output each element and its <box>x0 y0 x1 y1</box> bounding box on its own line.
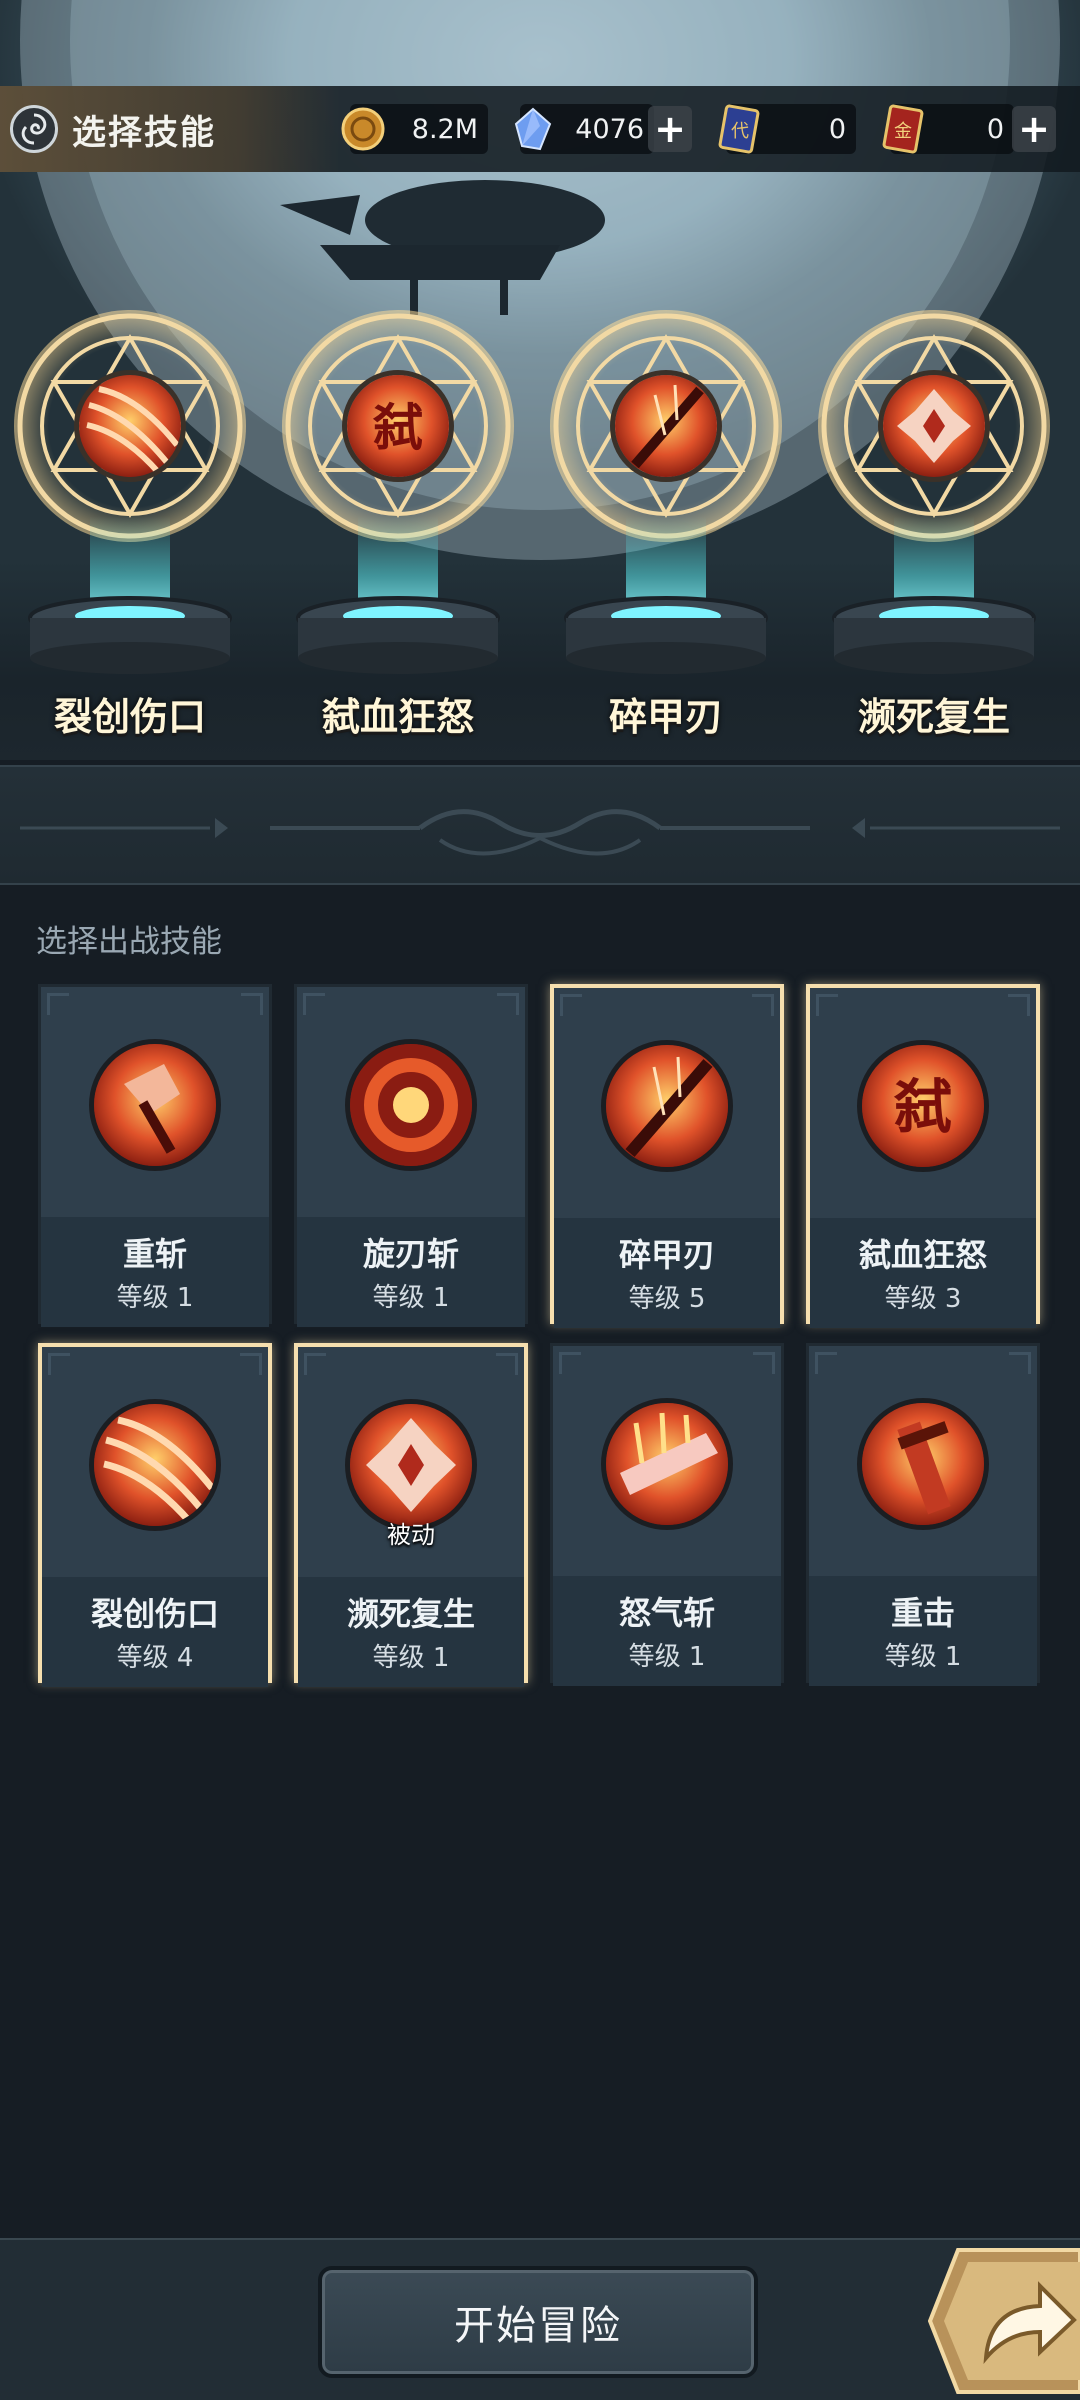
skill-card[interactable]: 怒气斩 等级 1 <box>550 1343 784 1686</box>
skill-card[interactable]: 重斩 等级 1 <box>38 984 272 1327</box>
skill-name: 裂创伤口 <box>90 1595 219 1633</box>
armor-break-blade-icon <box>610 370 722 482</box>
add-crystal-button[interactable]: + <box>648 106 692 152</box>
equipped-slot-1[interactable]: 裂创伤口 <box>10 306 250 739</box>
crystal-value: 4076 <box>575 113 644 145</box>
equipped-slot-4[interactable]: 濒死复生 <box>814 306 1054 739</box>
skill-name: 重击 <box>890 1594 955 1632</box>
coin-value: 8.2M <box>411 113 478 145</box>
swirl-icon <box>10 105 58 153</box>
equipped-slot-3[interactable]: 碎甲刃 <box>546 306 786 739</box>
resource-bar: 选择技能 8.2M 4076 + 代 0 金 0 + <box>0 86 1080 172</box>
equipped-skill-name: 濒死复生 <box>857 695 1010 739</box>
armor-break-blade-icon <box>601 1040 733 1172</box>
gold-card-icon: 金 <box>876 102 930 156</box>
screen-title: 选择技能 <box>0 86 340 172</box>
equipped-skill-name: 碎甲刃 <box>608 695 723 739</box>
revive-icon <box>878 370 990 482</box>
skill-card[interactable]: 旋刃斩 等级 1 <box>294 984 528 1327</box>
svg-text:弑: 弑 <box>372 399 423 457</box>
pedestal-icon <box>28 596 232 674</box>
skill-level: 等级 4 <box>116 1643 194 1673</box>
axe-chop-icon <box>89 1039 221 1171</box>
skill-level: 等级 1 <box>372 1283 450 1313</box>
revive-icon <box>345 1399 477 1531</box>
skill-card-selected[interactable]: 弑 弑血狂怒 等级 3 <box>806 984 1040 1328</box>
page-title: 选择技能 <box>72 112 216 153</box>
heavy-strike-icon <box>857 1398 989 1530</box>
coin-counter: 8.2M <box>341 104 488 154</box>
skill-card-selected[interactable]: 被动 濒死复生 等级 1 <box>294 1343 528 1687</box>
blood-rage-icon: 弑 <box>342 370 454 482</box>
skill-card[interactable]: 重击 等级 1 <box>806 1343 1040 1686</box>
skill-name: 旋刃斩 <box>362 1235 459 1273</box>
equipped-slot-2[interactable]: 弑 弑血狂怒 <box>278 306 518 739</box>
section-title: 选择出战技能 <box>36 924 222 960</box>
start-adventure-button[interactable]: 开始冒险 <box>318 2266 758 2378</box>
gold-card-value: 0 <box>986 113 1004 145</box>
claw-slash-icon <box>89 1399 221 1531</box>
skill-name: 重斩 <box>122 1235 187 1273</box>
skill-level: 等级 1 <box>884 1642 962 1672</box>
ticket-counter: 代 0 <box>718 104 856 154</box>
pedestal-icon <box>564 596 768 674</box>
rage-slash-icon <box>601 1398 733 1530</box>
svg-text:金: 金 <box>894 121 912 142</box>
skill-level: 等级 1 <box>628 1642 706 1672</box>
ornament-flourish-icon <box>20 809 1060 856</box>
coin-icon <box>336 102 390 156</box>
skill-level: 等级 3 <box>884 1284 962 1314</box>
spin-blade-icon <box>345 1039 477 1171</box>
add-gold-card-button[interactable]: + <box>1012 106 1056 152</box>
skill-card-selected[interactable]: 裂创伤口 等级 4 <box>38 1343 272 1687</box>
equipped-skill-name: 裂创伤口 <box>53 695 206 739</box>
claw-slash-icon <box>74 370 186 482</box>
equipped-skill-name: 弑血狂怒 <box>321 695 474 739</box>
pedestal-icon <box>832 596 1036 674</box>
blood-rage-icon: 弑 <box>857 1040 989 1172</box>
ticket-card-icon: 代 <box>712 102 766 156</box>
gold-card-counter: 金 0 <box>882 104 1014 154</box>
pedestal-icon <box>296 596 500 674</box>
share-arrow-icon[interactable] <box>928 2246 1080 2396</box>
crystal-counter: 4076 <box>514 104 654 154</box>
skill-level: 等级 1 <box>372 1643 450 1673</box>
skill-name: 弑血狂怒 <box>858 1236 987 1274</box>
skill-name: 怒气斩 <box>618 1594 715 1632</box>
skill-level: 等级 5 <box>628 1284 706 1314</box>
skill-name: 濒死复生 <box>346 1595 475 1633</box>
skill-card-selected[interactable]: 碎甲刃 等级 5 <box>550 984 784 1328</box>
skill-name: 碎甲刃 <box>618 1236 715 1274</box>
ticket-value: 0 <box>828 113 846 145</box>
skill-level: 等级 1 <box>116 1283 194 1313</box>
svg-text:弑: 弑 <box>893 1073 952 1141</box>
passive-tag: 被动 <box>387 1521 435 1549</box>
crystal-icon <box>506 102 560 156</box>
svg-text:代: 代 <box>731 121 749 142</box>
